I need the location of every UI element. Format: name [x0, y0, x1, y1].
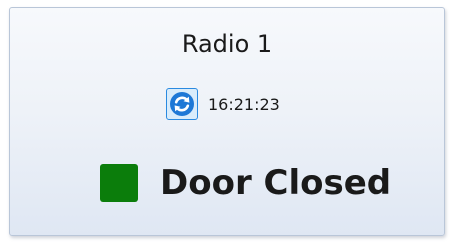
status-indicator: [100, 164, 138, 202]
radio-status-card: Radio 1 16:21:23 Door Closed: [9, 7, 445, 236]
refresh-icon: [170, 92, 194, 116]
door-status-row: Door Closed: [100, 161, 391, 205]
last-update-time: 16:21:23: [208, 94, 280, 114]
refresh-button[interactable]: [166, 88, 198, 120]
door-status-label: Door Closed: [160, 163, 392, 203]
radio-title: Radio 1: [181, 30, 273, 58]
last-update-row: 16:21:23: [166, 86, 280, 122]
